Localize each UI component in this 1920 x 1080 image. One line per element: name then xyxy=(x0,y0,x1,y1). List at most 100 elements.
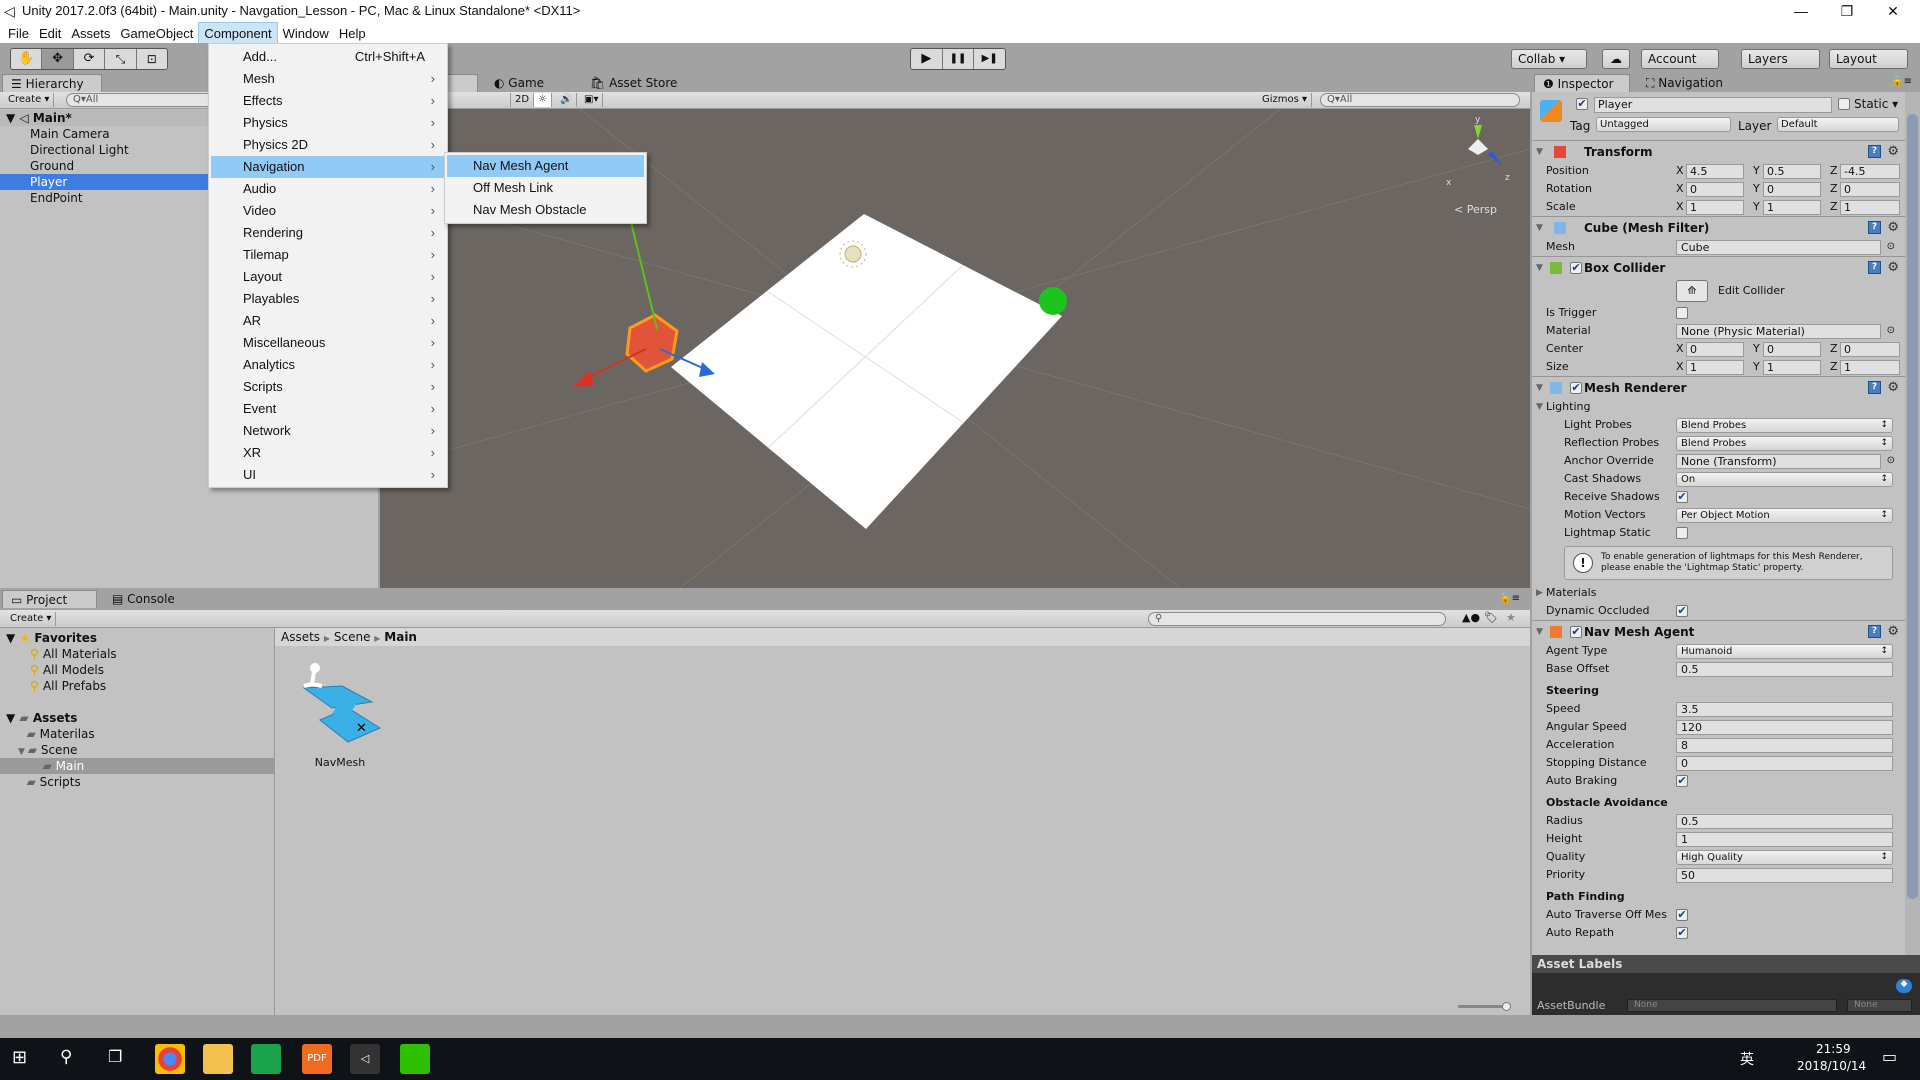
gear-icon[interactable]: ⚙ xyxy=(1887,217,1899,239)
asset-navmesh[interactable]: ✕ NavMesh xyxy=(292,658,388,773)
number-input[interactable]: 3.5 xyxy=(1676,702,1893,717)
tab-hierarchy[interactable]: ☰ Hierarchy xyxy=(2,74,102,92)
number-input[interactable]: 1 xyxy=(1676,832,1893,847)
collab-button[interactable]: Collab ▾ xyxy=(1511,49,1587,69)
assetbundle-variant-dropdown[interactable]: None xyxy=(1847,999,1912,1012)
hand-tool-icon[interactable]: ✋ xyxy=(11,49,43,69)
menu-item-ar[interactable]: AR › xyxy=(211,310,445,332)
vector-x-input[interactable]: 1 xyxy=(1686,360,1744,375)
component-enabled-checkbox[interactable]: ✔ xyxy=(1570,382,1582,394)
menu-item-rendering[interactable]: Rendering › xyxy=(211,222,445,244)
folder-item[interactable]: ▰ Materilas xyxy=(0,726,274,742)
component-header-nav-mesh-agent[interactable]: ▼ ✔ Nav Mesh Agent? ⚙ xyxy=(1532,620,1905,642)
vector-y-input[interactable]: 1 xyxy=(1763,360,1821,375)
cloud-icon[interactable]: ☁ xyxy=(1602,49,1630,69)
vector-y-input[interactable]: 1 xyxy=(1763,200,1821,215)
static-label[interactable]: Static ▾ xyxy=(1854,97,1898,111)
vector-y-input[interactable]: 0 xyxy=(1763,342,1821,357)
component-enabled-checkbox[interactable]: ✔ xyxy=(1570,262,1582,274)
component-enabled-checkbox[interactable]: ✔ xyxy=(1570,626,1582,638)
menu-item-ui[interactable]: UI › xyxy=(211,464,445,486)
menu-assets[interactable]: Assets xyxy=(66,23,115,44)
project-create-button[interactable]: Create ▾ xyxy=(6,612,57,626)
play-button[interactable]: ▶ xyxy=(911,49,943,69)
tag-dropdown[interactable]: Untagged xyxy=(1596,117,1731,132)
clock-time[interactable]: 21:59 xyxy=(1816,1042,1851,1056)
component-header-cube-mesh-filter[interactable]: ▼ Cube (Mesh Filter)? ⚙ xyxy=(1532,216,1905,238)
project-search-input[interactable]: ⚲ xyxy=(1148,612,1446,626)
menu-item-mesh[interactable]: Mesh › xyxy=(211,68,445,90)
submenu-item-off-mesh-link[interactable]: Off Mesh Link xyxy=(447,177,644,199)
layer-dropdown[interactable]: Default xyxy=(1777,117,1899,132)
checkbox[interactable]: ✔ xyxy=(1676,775,1688,787)
object-field[interactable]: Cube xyxy=(1676,240,1881,255)
menu-item-video[interactable]: Video › xyxy=(211,200,445,222)
lock-icon[interactable]: 🔓≡ xyxy=(1499,593,1520,604)
close-button[interactable]: ✕ xyxy=(1870,0,1916,22)
folder-item[interactable]: ▰ Main xyxy=(0,758,274,774)
maximize-button[interactable]: ❐ xyxy=(1824,0,1870,22)
foldout-arrow-icon[interactable]: ▼ xyxy=(1536,141,1543,163)
number-input[interactable]: 0 xyxy=(1676,756,1893,771)
object-picker-icon[interactable]: ⊙ xyxy=(1887,452,1895,470)
assetbundle-dropdown[interactable]: None xyxy=(1627,999,1837,1012)
foldout-arrow-icon[interactable]: ▼ xyxy=(1536,377,1543,399)
notification-icon[interactable]: ▭ xyxy=(1882,1047,1897,1066)
checkbox[interactable]: ✔ xyxy=(1676,927,1688,939)
checkbox[interactable]: ✔ xyxy=(1676,909,1688,921)
object-field[interactable]: None (Physic Material) xyxy=(1676,324,1881,339)
menu-file[interactable]: File xyxy=(3,23,34,44)
vector-x-input[interactable]: 1 xyxy=(1686,200,1744,215)
endpoint-sphere[interactable] xyxy=(1039,287,1067,315)
hierarchy-create-button[interactable]: Create ▾ xyxy=(4,93,55,107)
tab-project[interactable]: ▭ Project xyxy=(2,590,97,608)
help-icon[interactable]: ? xyxy=(1868,381,1881,394)
vector-x-input[interactable]: 0 xyxy=(1686,342,1744,357)
number-input[interactable]: 8 xyxy=(1676,738,1893,753)
help-icon[interactable]: ? xyxy=(1868,261,1881,274)
vector-z-input[interactable]: 1 xyxy=(1840,200,1900,215)
evernote-icon[interactable] xyxy=(251,1044,281,1074)
windows-start-icon[interactable]: ⊞ xyxy=(12,1047,27,1068)
vector-x-input[interactable]: 4.5 xyxy=(1686,164,1744,179)
vector-z-input[interactable]: 0 xyxy=(1840,182,1900,197)
menu-item-event[interactable]: Event › xyxy=(211,398,445,420)
menu-item-layout[interactable]: Layout › xyxy=(211,266,445,288)
gear-icon[interactable]: ⚙ xyxy=(1887,257,1899,279)
vector-z-input[interactable]: 0 xyxy=(1840,342,1900,357)
search-by-type-icon[interactable]: ▲● xyxy=(1462,611,1480,624)
pdf-icon[interactable]: PDF xyxy=(302,1044,332,1074)
menu-item-physics-2d[interactable]: Physics 2D › xyxy=(211,134,445,156)
chrome-icon[interactable] xyxy=(155,1044,185,1074)
submenu-item-nav-mesh-agent[interactable]: Nav Mesh Agent xyxy=(447,155,644,177)
dropdown[interactable]: High Quality xyxy=(1676,850,1893,865)
object-picker-icon[interactable]: ⊙ xyxy=(1887,322,1895,340)
object-field[interactable]: None (Transform) xyxy=(1676,454,1881,469)
menu-item-tilemap[interactable]: Tilemap › xyxy=(211,244,445,266)
vector-z-input[interactable]: -4.5 xyxy=(1840,164,1900,179)
vector-x-input[interactable]: 0 xyxy=(1686,182,1744,197)
scrollbar-thumb[interactable] xyxy=(1907,114,1918,899)
rotate-tool-icon[interactable]: ⟳ xyxy=(74,49,106,69)
account-button[interactable]: Account xyxy=(1641,49,1719,69)
dropdown[interactable]: Blend Probes xyxy=(1676,418,1893,433)
layers-button[interactable]: Layers xyxy=(1741,49,1820,69)
submenu-item-nav-mesh-obstacle[interactable]: Nav Mesh Obstacle xyxy=(447,199,644,221)
checkbox[interactable]: ✔ xyxy=(1676,605,1688,617)
projection-label[interactable]: < Persp xyxy=(1454,203,1497,216)
favorite-star-icon[interactable]: ★ xyxy=(1506,611,1516,624)
menu-item-navigation[interactable]: Navigation › xyxy=(211,156,445,178)
2d-toggle[interactable]: 2D xyxy=(510,93,535,107)
icon-size-slider[interactable] xyxy=(1458,1002,1511,1011)
unity-taskbar-icon[interactable]: ◁ xyxy=(350,1044,380,1074)
minimize-button[interactable]: — xyxy=(1778,0,1824,22)
breadcrumb-assets[interactable]: Assets xyxy=(281,630,320,644)
vector-z-input[interactable]: 1 xyxy=(1840,360,1900,375)
tab-game[interactable]: ◐ Game xyxy=(486,74,552,92)
menu-edit[interactable]: Edit xyxy=(34,23,66,44)
help-icon[interactable]: ? xyxy=(1868,221,1881,234)
tab-navigation[interactable]: ⛶ Navigation xyxy=(1638,74,1731,92)
number-input[interactable]: 120 xyxy=(1676,720,1893,735)
lighting-toggle-icon[interactable]: ☼ xyxy=(534,93,552,107)
edit-collider-button[interactable]: ⟰ xyxy=(1676,280,1708,302)
